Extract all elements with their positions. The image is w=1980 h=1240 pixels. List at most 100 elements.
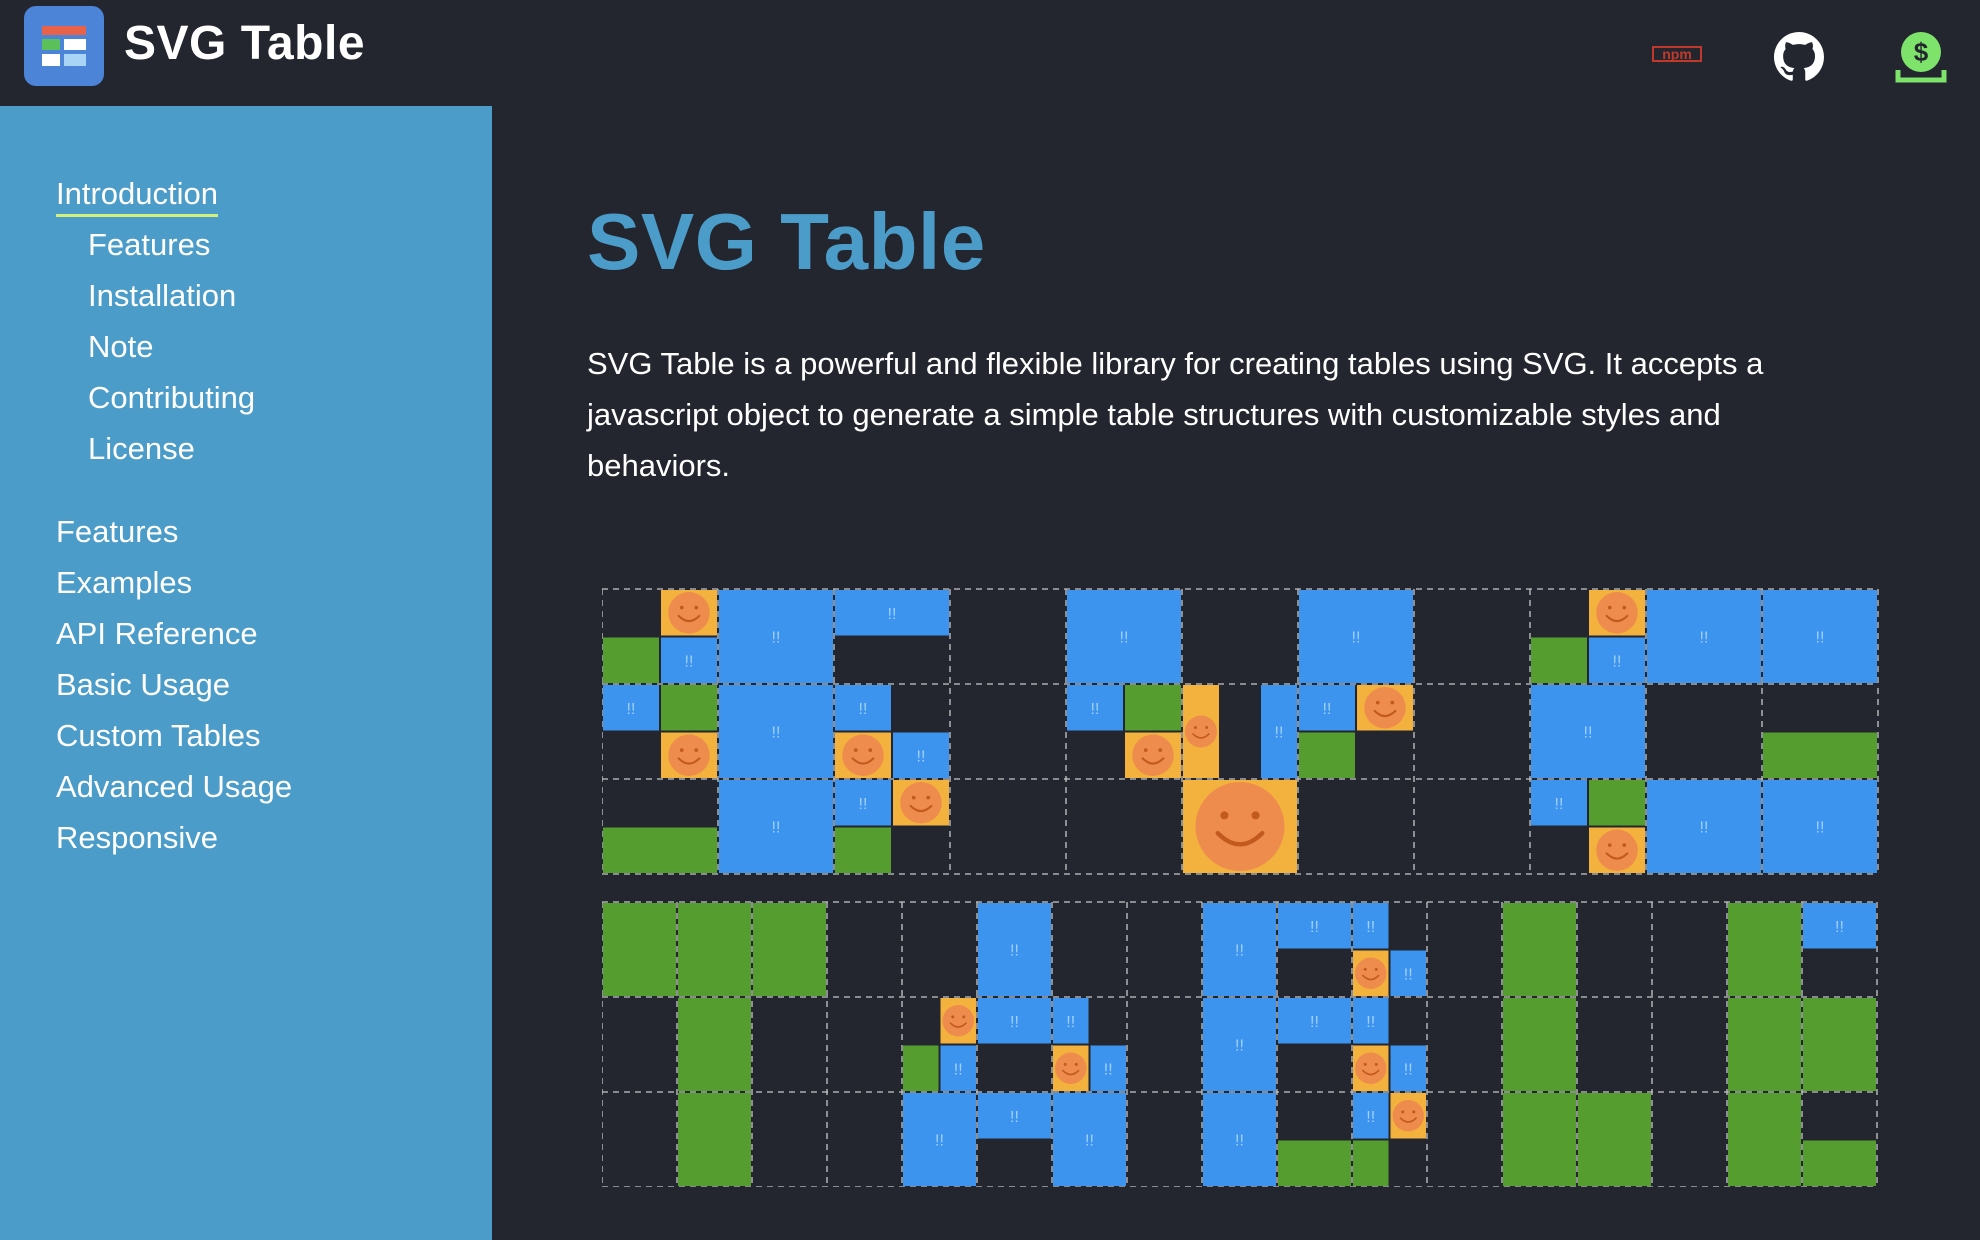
sidebar-item-features[interactable]: Features: [56, 514, 178, 550]
smiley-eye: [1412, 1110, 1416, 1114]
cell-mark: !!: [1010, 943, 1019, 960]
page-title: SVG Table: [587, 197, 986, 286]
smiley-eye: [1205, 726, 1209, 729]
smiley-eye: [926, 795, 931, 800]
smiley-eye: [1363, 1062, 1367, 1066]
cell-mark: !!: [859, 701, 868, 718]
smiley-eye: [1143, 748, 1148, 752]
cell-mark: !!: [1235, 943, 1244, 960]
github-icon[interactable]: [1774, 32, 1824, 87]
cell-mark: !!: [859, 796, 868, 813]
green-cell: [1125, 685, 1181, 731]
green-cell: [678, 998, 751, 1091]
smiley-face-icon: [1055, 1052, 1087, 1084]
cell-mark: !!: [1366, 919, 1375, 936]
smiley-face-icon: [1355, 957, 1387, 989]
green-cell: [1503, 998, 1576, 1091]
cell-mark: !!: [1275, 725, 1284, 742]
green-cell: [1578, 1093, 1651, 1186]
green-cell: [1728, 1093, 1801, 1186]
smiley-eye: [694, 748, 699, 752]
cell-mark: !!: [1816, 630, 1825, 647]
green-cell: [1278, 1140, 1351, 1186]
logo-icon[interactable]: [24, 6, 104, 86]
sidebar-item-contributing[interactable]: Contributing: [88, 380, 255, 416]
smiley-eye: [694, 605, 699, 610]
smiley-eye: [1622, 843, 1627, 847]
smiley-face-icon: [1185, 715, 1217, 748]
smiley-eye: [951, 1015, 955, 1019]
green-cell: [1589, 780, 1645, 826]
smiley-face-icon: [900, 782, 942, 824]
sidebar-item-note[interactable]: Note: [88, 329, 153, 365]
green-cell: [1803, 1140, 1876, 1186]
cell-mark: !!: [1352, 630, 1361, 647]
green-cell: [835, 827, 891, 873]
cell-mark: !!: [1555, 796, 1564, 813]
smiley-face-icon: [842, 734, 884, 776]
cell-mark: !!: [1235, 1133, 1244, 1150]
smiley-eye: [679, 748, 684, 752]
smiley-eye: [911, 795, 916, 800]
smiley-face-icon: [1132, 734, 1174, 776]
sidebar-item-basic-usage[interactable]: Basic Usage: [56, 667, 230, 703]
smiley-face-icon: [1355, 1052, 1387, 1084]
smiley-eye: [1401, 1110, 1405, 1114]
green-cell: [1503, 903, 1576, 996]
smiley-eye: [1607, 605, 1612, 610]
cell-mark: !!: [1584, 725, 1593, 742]
smiley-eye: [1374, 1062, 1378, 1066]
cell-mark: !!: [1835, 919, 1844, 936]
cell-mark: !!: [954, 1061, 963, 1078]
sidebar-item-api-reference[interactable]: API Reference: [56, 616, 258, 652]
smiley-eye: [1375, 700, 1380, 705]
smiley-eye: [679, 605, 684, 610]
smiley-eye: [1220, 811, 1229, 820]
sidebar-item-installation[interactable]: Installation: [88, 278, 236, 314]
green-cell: [678, 1093, 751, 1186]
sidebar-item-introduction[interactable]: Introduction: [56, 176, 218, 217]
cell-mark: !!: [1816, 820, 1825, 837]
green-cell: [903, 1045, 939, 1091]
cell-mark: !!: [1120, 630, 1129, 647]
npm-icon[interactable]: npm: [1652, 46, 1702, 69]
smiley-face-icon: [668, 592, 710, 634]
green-cell: [1531, 637, 1587, 683]
cell-mark: !!: [1104, 1061, 1113, 1078]
smiley-eye: [868, 748, 873, 752]
cell-mark: !!: [1010, 1109, 1019, 1126]
smiley-eye: [1390, 700, 1395, 705]
sidebar-item-responsive[interactable]: Responsive: [56, 820, 218, 856]
sidebar-item-features-sub[interactable]: Features: [88, 227, 210, 263]
npm-label: npm: [1662, 46, 1692, 62]
demo-svg-tables: !!!!!!!!!!!!!!!!!!!!!!!!!!!!!!!!!!!!!!!!…: [602, 587, 1884, 1187]
smiley-eye: [1251, 811, 1260, 820]
cell-mark: !!: [1323, 701, 1332, 718]
cell-mark: !!: [1085, 1133, 1094, 1150]
cell-mark: !!: [1010, 1014, 1019, 1031]
cell-mark: !!: [1366, 1014, 1375, 1031]
sidebar-item-custom-tables[interactable]: Custom Tables: [56, 718, 260, 754]
site-title[interactable]: SVG Table: [124, 16, 365, 71]
demo-canvas: !!!!!!!!!!!!!!!!!!!!!!!!!!!!!!!!!!!!!!!!…: [602, 588, 1879, 1187]
cell-mark: !!: [1235, 1038, 1244, 1055]
smiley-eye: [1063, 1062, 1067, 1066]
cell-mark: !!: [1310, 1014, 1319, 1031]
green-cell: [661, 685, 717, 731]
smiley-face-icon: [668, 734, 710, 776]
cell-mark: !!: [772, 630, 781, 647]
sidebar-item-license[interactable]: License: [88, 431, 195, 467]
smiley-face-icon: [1195, 782, 1285, 871]
cell-mark: !!: [1310, 919, 1319, 936]
cell-mark: !!: [1091, 701, 1100, 718]
smiley-eye: [962, 1015, 966, 1019]
sponsor-icon[interactable]: $: [1894, 30, 1948, 89]
cell-mark: !!: [1700, 820, 1709, 837]
smiley-eye: [1374, 967, 1378, 971]
sidebar-item-advanced-usage[interactable]: Advanced Usage: [56, 769, 292, 805]
cell-mark: !!: [888, 606, 897, 623]
cell-mark: !!: [1700, 630, 1709, 647]
sidebar-item-examples[interactable]: Examples: [56, 565, 192, 601]
cell-mark: !!: [917, 748, 926, 765]
sidebar: Introduction Features Installation Note …: [0, 106, 492, 1240]
